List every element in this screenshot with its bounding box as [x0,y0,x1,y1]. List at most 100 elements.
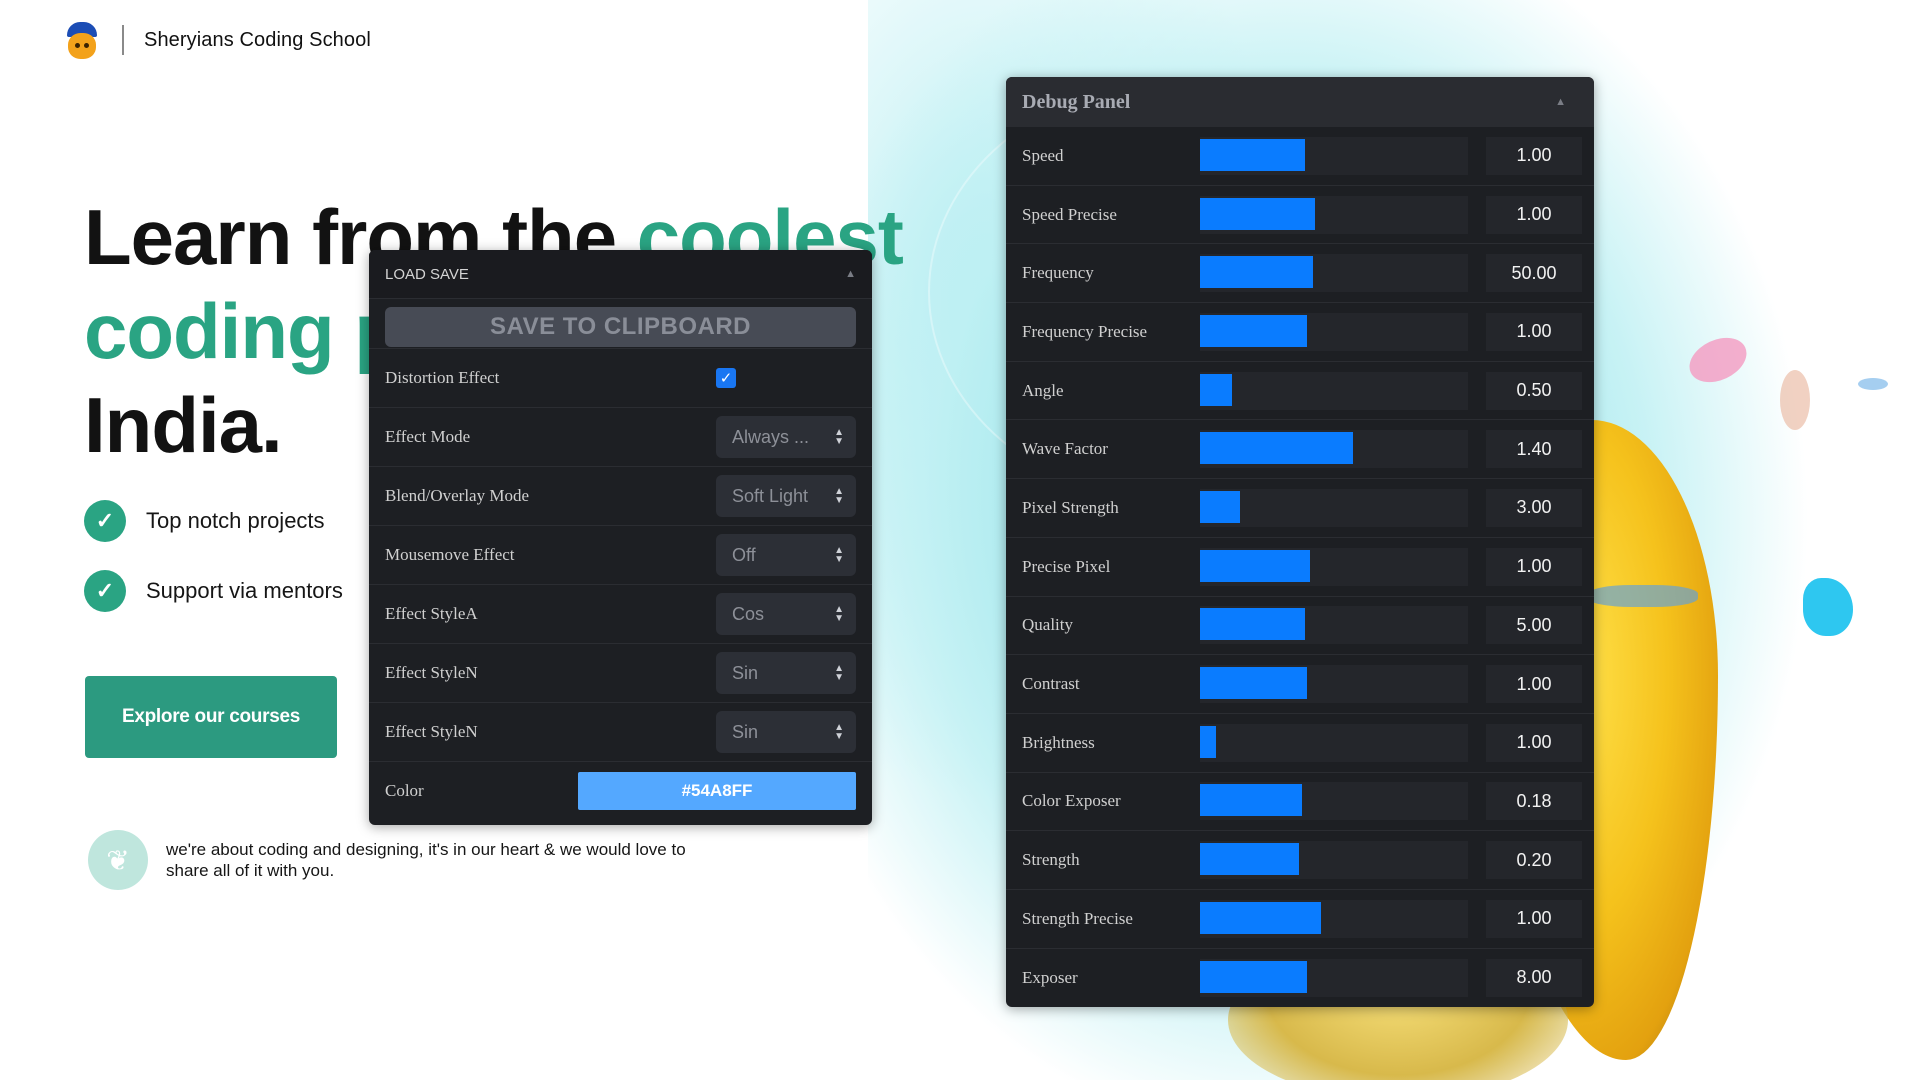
exposer-value-input[interactable]: 8.00 [1486,958,1582,997]
precise-pixel-value-input[interactable]: 1.00 [1486,547,1582,586]
speed-value-input[interactable]: 1.00 [1486,136,1582,175]
row-label: Distortion Effect [385,368,500,387]
pixel-strength-slider[interactable] [1200,488,1468,527]
tagline-text: we're about coding and designing, it's i… [166,840,686,880]
strength-slider[interactable] [1200,841,1468,880]
effect-stylen-select-2[interactable]: Sin ▲ ▼ [716,711,856,753]
strength-value-input[interactable]: 0.20 [1486,841,1582,880]
panel-title: Debug Panel [1022,90,1131,113]
row-label: Blend/Overlay Mode [385,486,529,505]
color-picker[interactable]: #54A8FF [578,772,856,810]
effect-stylea-select[interactable]: Cos ▲ ▼ [716,593,856,635]
slider-fill [1200,373,1233,406]
speed-slider[interactable] [1200,136,1468,175]
strength-precise-value-input[interactable]: 1.00 [1486,899,1582,938]
slider-label: Brightness [1022,732,1095,752]
effect-stylen-select[interactable]: Sin ▲ ▼ [716,652,856,694]
slider-row-strength: Strength 0.20 [1006,831,1594,890]
contrast-value-input[interactable]: 1.00 [1486,665,1582,704]
tagline: ❦ we're about coding and designing, it's… [88,830,726,890]
distortion-effect-checkbox[interactable]: ✓ [716,368,736,388]
wave-factor-value-input[interactable]: 1.40 [1486,430,1582,469]
slider-fill [1200,256,1313,289]
slider-fill [1200,549,1310,582]
slider-fill [1200,901,1321,934]
slider-label: Precise Pixel [1022,556,1111,576]
contrast-slider[interactable] [1200,665,1468,704]
frequency-precise-value-input[interactable]: 1.00 [1486,312,1582,351]
slider-fill [1200,843,1300,876]
slider-row-brightness: Brightness 1.00 [1006,714,1594,773]
debug-slider-list: Speed 1.00 Speed Precise 1.00 Frequency 50.00… [1006,127,1594,1007]
blend-overlay-mode-select[interactable]: Soft Light ▲ ▼ [716,475,856,517]
brightness-slider[interactable] [1200,723,1468,762]
slider-fill [1200,490,1241,523]
slider-label: Angle [1022,380,1064,400]
select-value: Always ... [732,426,810,447]
slider-label: Speed [1022,145,1064,165]
slider-row-precise-pixel: Precise Pixel 1.00 [1006,538,1594,597]
feature-item: ✓ Top notch projects [84,500,343,542]
slider-row-exposer: Exposer 8.00 [1006,949,1594,1008]
row-label: Mousemove Effect [385,545,515,564]
slider-row-quality: Quality 5.00 [1006,597,1594,656]
select-value: Sin [732,721,759,742]
brightness-value-input[interactable]: 1.00 [1486,723,1582,762]
debug-panel: Debug Panel ▲ Speed 1.00 Speed Precise 1.00… [1006,77,1594,1007]
speed-precise-slider[interactable] [1200,195,1468,234]
quality-value-input[interactable]: 5.00 [1486,606,1582,645]
effect-stylen-row-2: Effect StyleN Sin ▲ ▼ [369,703,872,762]
select-value: Off [732,544,756,565]
angle-slider[interactable] [1200,371,1468,410]
slider-row-color-exposer: Color Exposer 0.18 [1006,773,1594,832]
check-icon: ✓ [84,570,126,612]
slider-row-frequency-precise: Frequency Precise 1.00 [1006,303,1594,362]
slider-fill [1200,138,1305,171]
strength-precise-slider[interactable] [1200,899,1468,938]
angle-value-input[interactable]: 0.50 [1486,371,1582,410]
quality-slider[interactable] [1200,606,1468,645]
frequency-precise-slider[interactable] [1200,312,1468,351]
select-arrows-icon: ▲ ▼ [834,486,844,506]
debug-panel-header[interactable]: Debug Panel ▲ [1006,77,1594,127]
color-exposer-value-input[interactable]: 0.18 [1486,782,1582,821]
collapse-caret-icon[interactable]: ▲ [845,268,856,280]
lion-mascot-icon[interactable] [64,20,100,60]
slider-fill [1200,608,1305,641]
slider-label: Strength [1022,850,1080,870]
slider-label: Frequency Precise [1022,321,1148,341]
color-row: Color #54A8FF [369,762,872,820]
slider-label: Frequency [1022,263,1094,283]
slider-fill [1200,432,1353,465]
speed-precise-value-input[interactable]: 1.00 [1486,195,1582,234]
slider-label: Color Exposer [1022,791,1121,811]
feature-list: ✓ Top notch projects ✓ Support via mento… [84,500,343,640]
frequency-value-input[interactable]: 50.00 [1486,254,1582,293]
mousemove-effect-select[interactable]: Off ▲ ▼ [716,534,856,576]
site-header: Sheryians Coding School [64,16,371,64]
feature-label: Top notch projects [146,508,325,533]
pixel-strength-value-input[interactable]: 3.00 [1486,488,1582,527]
explore-courses-button[interactable]: Explore our courses [85,676,337,758]
slider-fill [1200,197,1316,230]
check-icon: ✓ [84,500,126,542]
slider-label: Pixel Strength [1022,497,1119,517]
frequency-slider[interactable] [1200,254,1468,293]
slider-fill [1200,725,1217,758]
select-arrows-icon: ▲ ▼ [834,663,844,683]
select-arrows-icon: ▲ ▼ [834,604,844,624]
save-to-clipboard-button[interactable]: SAVE TO CLIPBOARD [385,307,856,347]
slider-label: Wave Factor [1022,439,1108,459]
effect-mode-row: Effect Mode Always ... ▲ ▼ [369,408,872,467]
wave-factor-slider[interactable] [1200,430,1468,469]
color-exposer-slider[interactable] [1200,782,1468,821]
collapse-caret-icon[interactable]: ▲ [1555,96,1566,108]
slider-row-strength-precise: Strength Precise 1.00 [1006,890,1594,949]
effect-mode-select[interactable]: Always ... ▲ ▼ [716,416,856,458]
brand-name[interactable]: Sheryians Coding School [144,29,371,52]
distortion-effect-row: Distortion Effect ✓ [369,349,872,408]
exposer-slider[interactable] [1200,958,1468,997]
leaf-icon: ❦ [88,830,148,890]
precise-pixel-slider[interactable] [1200,547,1468,586]
load-save-header[interactable]: LOAD SAVE ▲ [369,250,872,299]
